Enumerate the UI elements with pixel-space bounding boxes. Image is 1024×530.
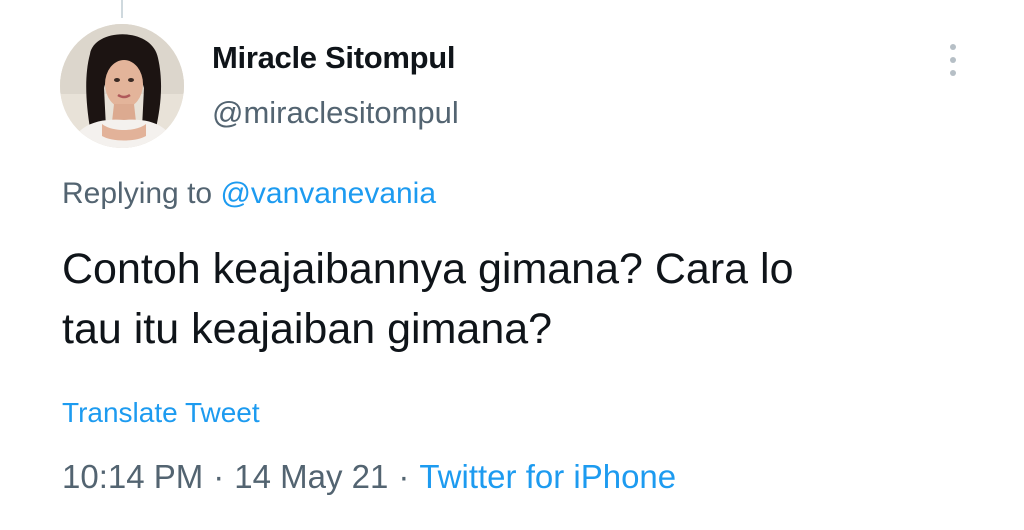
more-vertical-icon [950,44,956,50]
meta-separator: · [213,458,225,495]
tweet-source-link[interactable]: Twitter for iPhone [419,458,676,495]
tweet-text: Contoh keajaibannya gimana? Cara lo tau … [62,239,992,359]
replying-to-line: Replying to @vanvanevania [62,177,436,211]
reply-mention-link[interactable]: @vanvanevania [220,177,436,210]
tweet-text-line: tau itu keajaiban gimana? [62,305,553,353]
tweet-text-line: Contoh keajaibannya gimana? Cara lo [62,245,794,293]
more-vertical-icon [950,70,956,76]
meta-separator: · [398,458,410,495]
more-options-button[interactable] [938,40,968,80]
avatar[interactable] [60,24,184,148]
tweet-date[interactable]: 14 May 21 [234,458,388,495]
tweet-time[interactable]: 10:14 PM [62,458,203,495]
tweet-metadata: 10:14 PM · 14 May 21 · Twitter for iPhone [62,458,676,496]
author-handle[interactable]: @miraclesitompul [212,95,459,131]
author-display-name[interactable]: Miracle Sitompul [212,40,456,76]
translate-tweet-link[interactable]: Translate Tweet [62,397,260,429]
avatar-photo-icon [60,24,184,148]
replying-to-label: Replying to [62,177,213,210]
thread-connector-line [121,0,123,18]
tweet-card: Miracle Sitompul @miraclesitompul Replyi… [0,0,1024,530]
more-vertical-icon [950,57,956,63]
